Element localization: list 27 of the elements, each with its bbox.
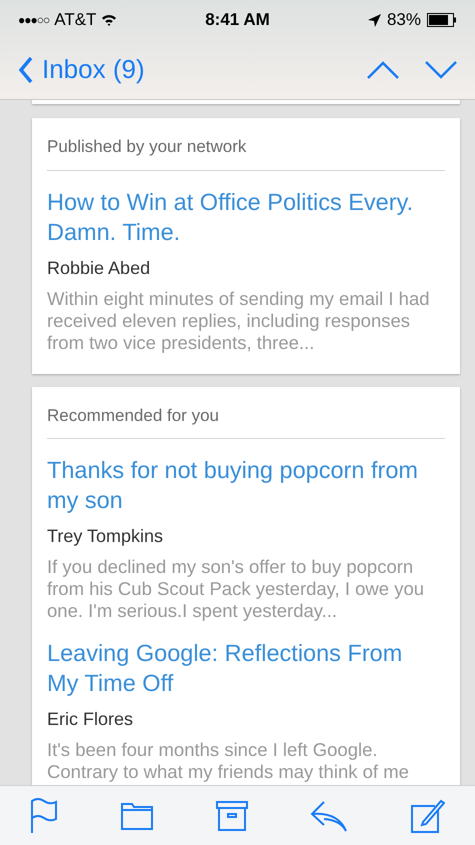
article-author: Trey Tompkins: [47, 525, 164, 548]
archive-box-icon[interactable]: [216, 800, 248, 830]
article-title-link[interactable]: Leaving Google: Reflections From My Time Off: [47, 638, 445, 698]
article-snippet: Within eight minutes of sending my email I had received eleven replies, including responses from two vice presidents, three...: [47, 288, 431, 354]
location-arrow-icon: [368, 14, 381, 26]
article-title-link[interactable]: How to Win at Office Politics Every. Damn. Time.: [47, 186, 445, 246]
back-chevron-icon[interactable]: [18, 56, 34, 84]
back-button[interactable]: Inbox (9): [18, 50, 145, 89]
signal-strength: ●●●○○: [18, 12, 50, 29]
wifi-icon: [101, 14, 118, 26]
section-header: Published by your network: [47, 118, 445, 170]
folder-icon[interactable]: [120, 802, 153, 830]
clock-time: 8:41 AM: [204, 9, 271, 32]
previous-message-icon[interactable]: [367, 60, 399, 78]
compose-icon[interactable]: [411, 798, 445, 834]
next-message-icon[interactable]: [425, 60, 457, 78]
carrier-name: AT&T: [54, 9, 96, 32]
battery-percentage: 83%: [386, 9, 421, 32]
article-author: Robbie Abed: [47, 256, 152, 280]
section-header: Recommended for you: [47, 386, 445, 439]
article-author: Eric Flores: [47, 708, 134, 731]
article-title-link[interactable]: Thanks for not buying popcorn from my son: [47, 455, 445, 515]
battery-icon: [427, 13, 457, 27]
article-snippet: It's been four months since I left Google. Contrary to what my friends may think of me: [47, 739, 410, 783]
article-snippet: If you declined my son's offer to buy popcorn from his Cub Scout Pack yesterday, I owe you one. I'm serious.I spent yesterday...: [47, 556, 426, 622]
flag-icon[interactable]: [30, 796, 58, 834]
reply-icon[interactable]: [310, 800, 348, 832]
